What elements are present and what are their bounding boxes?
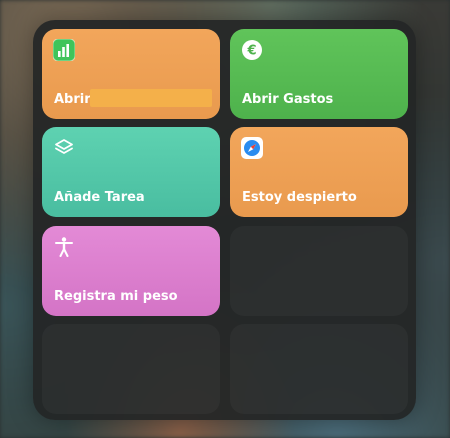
svg-text:€: € <box>246 44 256 59</box>
shortcut-label: Añade Tarea <box>54 190 145 205</box>
shortcut-label: Abrir Gastos <box>242 92 334 107</box>
shortcut-label: Registra mi peso <box>54 289 178 304</box>
shortcut-tile-abrir[interactable]: Abrir <box>42 29 220 119</box>
accessibility-person-icon <box>55 237 73 257</box>
empty-shortcut-slot <box>230 324 408 414</box>
shortcut-label: Estoy despierto <box>242 190 357 205</box>
numbers-app-icon <box>53 39 75 61</box>
empty-shortcut-slot <box>230 226 408 316</box>
shortcut-tile-abrir-gastos[interactable]: € Abrir Gastos <box>230 29 408 119</box>
layers-icon <box>55 139 73 154</box>
safari-compass-icon <box>241 137 263 159</box>
shortcut-tile-anade-tarea[interactable]: Añade Tarea <box>42 127 220 217</box>
empty-shortcut-slot <box>42 324 220 414</box>
shortcut-tile-registra-mi-peso[interactable]: Registra mi peso <box>42 226 220 316</box>
shortcut-tile-estoy-despierto[interactable]: Estoy despierto <box>230 127 408 217</box>
redacted-text-block <box>90 89 212 107</box>
euro-icon: € <box>242 40 262 60</box>
shortcut-label: Abrir <box>54 92 91 107</box>
